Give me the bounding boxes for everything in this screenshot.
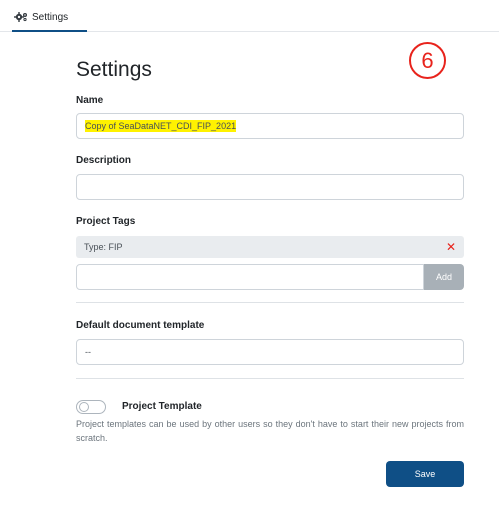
- default-template-label: Default document template: [76, 320, 205, 331]
- tag-input[interactable]: [76, 264, 424, 290]
- description-label: Description: [76, 155, 132, 166]
- toggle-knob: [79, 402, 89, 412]
- tag-item: Type: FIP ✕: [76, 236, 464, 258]
- default-template-value: --: [85, 347, 91, 357]
- name-label: Name: [76, 95, 104, 106]
- project-template-label: Project Template: [122, 401, 202, 412]
- tab-settings-label: Settings: [32, 12, 69, 23]
- description-input[interactable]: [76, 174, 464, 200]
- name-input[interactable]: Copy of SeaDataNET_CDI_FIP_2021: [76, 113, 464, 139]
- divider: [76, 302, 464, 303]
- save-button[interactable]: Save: [386, 461, 464, 487]
- project-template-help-text: Project templates can be used by other u…: [76, 419, 464, 443]
- tag-text: Type: FIP: [84, 242, 123, 252]
- default-template-select[interactable]: --: [76, 339, 464, 365]
- divider: [76, 378, 464, 379]
- add-tag-button[interactable]: Add: [424, 264, 464, 290]
- step-number-badge: 6: [409, 42, 446, 79]
- active-tab-indicator: [12, 30, 87, 32]
- name-input-value: Copy of SeaDataNET_CDI_FIP_2021: [85, 120, 237, 132]
- project-tags-label: Project Tags: [76, 216, 136, 227]
- page-title: Settings: [76, 58, 152, 81]
- close-icon[interactable]: ✕: [446, 240, 456, 254]
- tab-bar: Settings: [0, 0, 499, 32]
- project-template-toggle[interactable]: [76, 400, 106, 414]
- gears-icon: [14, 12, 28, 22]
- tab-settings[interactable]: Settings: [14, 12, 68, 32]
